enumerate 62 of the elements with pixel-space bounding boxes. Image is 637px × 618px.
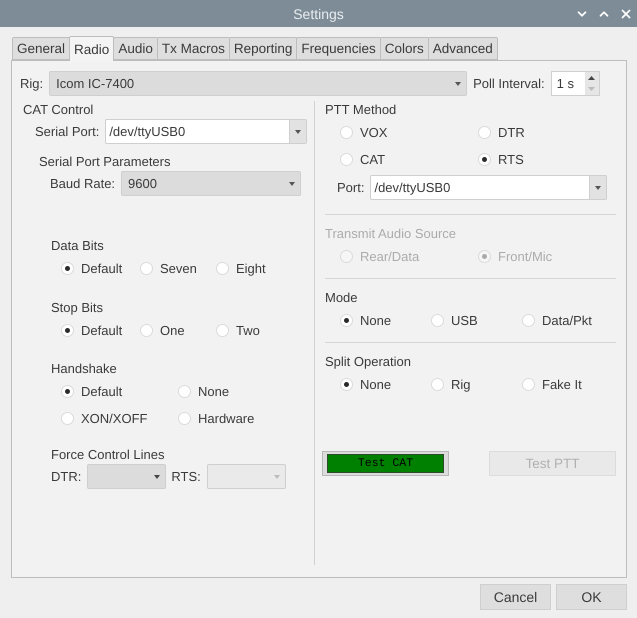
radio-button[interactable]: Fake It	[522, 373, 582, 395]
radio-button[interactable]: None	[340, 309, 392, 331]
baud-rate-label: Baud Rate:	[50, 176, 116, 191]
radio-button[interactable]: Default	[61, 319, 122, 341]
caret-icon	[595, 186, 602, 190]
group-title: PTT Method	[325, 101, 396, 119]
test-button[interactable]: Test CAT	[322, 451, 449, 476]
caret-icon	[455, 82, 462, 86]
group-title: CAT Control	[23, 101, 94, 119]
group-title: Data Bits	[51, 238, 104, 253]
group-title: Split Operation	[325, 354, 411, 369]
radio-button[interactable]: Rig	[431, 373, 471, 395]
group-title: Handshake	[51, 361, 117, 376]
tab[interactable]: Tx Macros	[156, 37, 230, 60]
radio-button[interactable]: CAT	[340, 148, 386, 170]
radio-button[interactable]: Seven	[140, 257, 197, 279]
caret-icon	[274, 474, 280, 478]
tab[interactable]: Reporting	[228, 37, 298, 60]
group-title: Transmit Audio Source	[325, 226, 456, 241]
control-line-label: DTR:	[51, 469, 82, 484]
control-line-label: RTS:	[171, 469, 201, 484]
radio-button[interactable]: None	[178, 380, 230, 402]
tab[interactable]: General	[12, 37, 70, 60]
poll-interval-spinbox[interactable]: 1 s	[550, 71, 600, 96]
serial-port-label: Serial Port:	[35, 124, 100, 139]
tab[interactable]: Colors	[380, 37, 429, 60]
radio-button[interactable]: None	[340, 373, 392, 395]
window-title: Settings	[293, 6, 344, 22]
radio-button[interactable]: XON/XOFF	[61, 407, 148, 429]
rig-label: Rig:	[20, 76, 44, 91]
tab[interactable]: Advanced	[428, 37, 498, 60]
radio-button[interactable]: Data/Pkt	[522, 309, 592, 331]
caret-icon	[154, 474, 160, 478]
radio-button[interactable]: Default	[61, 380, 122, 402]
up-arrow-icon[interactable]	[588, 76, 596, 80]
serial-port-dropdown[interactable]: /dev/ttyUSB0	[105, 119, 308, 144]
caret-icon	[295, 130, 302, 134]
close-icon[interactable]	[619, 7, 633, 21]
rig-dropdown[interactable]: Icom IC-7400	[49, 71, 468, 96]
radio-button[interactable]: Default	[61, 257, 122, 279]
caret-icon	[289, 182, 296, 186]
poll-interval-label: Poll Interval:	[473, 76, 545, 91]
dialog-button[interactable]: OK	[556, 584, 627, 610]
tab[interactable]: Frequencies	[296, 37, 381, 60]
dialog-button[interactable]: Cancel	[480, 584, 551, 610]
radio-button[interactable]: Hardware	[178, 407, 254, 429]
radio-button[interactable]: USB	[431, 309, 478, 331]
group-title: Mode	[325, 290, 358, 305]
port-dropdown[interactable]: /dev/ttyUSB0	[370, 175, 608, 200]
group-title: Serial Port Parameters	[39, 153, 170, 171]
port-label: Port:	[337, 180, 364, 195]
group-title: Force Control Lines	[51, 446, 164, 464]
baud-rate-dropdown[interactable]: 9600	[121, 171, 302, 196]
radio-button[interactable]: One	[140, 319, 185, 341]
radio-button[interactable]: VOX	[340, 121, 388, 143]
radio-button[interactable]: Eight	[216, 257, 266, 279]
radio-button[interactable]: RTS	[478, 148, 524, 170]
tab[interactable]: Audio	[113, 37, 158, 60]
tab[interactable]: Radio	[69, 36, 114, 61]
group-title: Stop Bits	[51, 300, 104, 315]
radio-button[interactable]: DTR	[478, 121, 525, 143]
radio-button[interactable]: Two	[216, 319, 260, 341]
